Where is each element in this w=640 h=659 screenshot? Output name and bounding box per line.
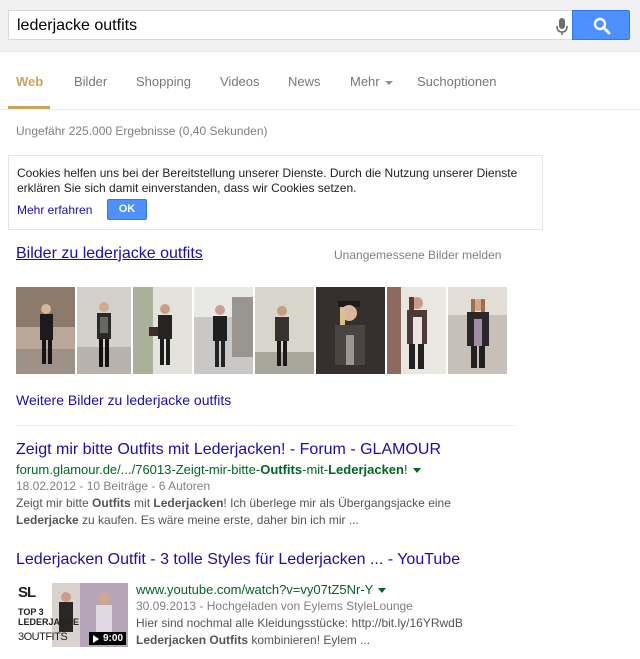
active-tab-indicator	[8, 106, 50, 109]
url-bold: Lederjacken	[328, 462, 404, 477]
images-heading-link[interactable]: Bilder zu lederjacke outfits	[16, 245, 203, 263]
cookie-more-link[interactable]: Mehr erfahren	[17, 203, 92, 217]
snippet-part: ! Ich überlege mir als Übergangsjacke ei…	[223, 496, 451, 510]
search-button[interactable]	[572, 10, 630, 40]
image-thumbnail[interactable]	[16, 287, 75, 374]
snippet-bold: Outfits	[92, 496, 131, 510]
url-options-caret-icon[interactable]	[378, 588, 387, 594]
magnifier-icon	[593, 17, 611, 35]
cookie-ok-button[interactable]: OK	[107, 199, 147, 220]
result-url: www.youtube.com/watch?v=vy07tZ5Nr-Y	[136, 582, 536, 597]
video-overlay-text: TOP 3 LEDERJACKE	[18, 607, 79, 627]
snippet-part: zu kaufen. Es wäre meine erste, daher bi…	[78, 513, 359, 527]
tab-shopping[interactable]: Shopping	[136, 74, 191, 89]
snippet-part: Zeigt mir bitte	[16, 496, 93, 510]
snippet-bold: Lederjacken Outfits	[136, 633, 249, 647]
tab-videos[interactable]: Videos	[220, 74, 260, 89]
tab-news[interactable]: News	[288, 74, 321, 89]
microphone-icon[interactable]	[554, 17, 570, 37]
result-snippet: Zeigt mir bitte Outfits mit Lederjacken!…	[16, 495, 536, 529]
report-images-link[interactable]: Unangemessene Bilder melden	[334, 248, 501, 262]
cookie-text: Cookies helfen uns bei der Bereitstellun…	[17, 166, 518, 195]
search-result: Zeigt mir bitte Outfits mit Lederjacken!…	[16, 441, 536, 529]
result-title-link[interactable]: Lederjacken Outfit - 3 tolle Styles für …	[16, 551, 536, 569]
url-part: !	[403, 462, 408, 477]
result-meta: 18.02.2012 - 10 Beiträge - 6 Autoren	[16, 479, 211, 493]
tab-bilder[interactable]: Bilder	[74, 74, 107, 89]
video-overlay-logo: SL	[18, 584, 36, 601]
video-overlay-caption: 3OUTFITS	[18, 631, 68, 643]
image-thumbnail[interactable]	[255, 287, 314, 374]
result-snippet: Hier sind nochmal alle Kleidungsstücke: …	[136, 615, 536, 649]
overlay-part: LEDERJACKE	[18, 617, 80, 627]
url-bold: Outfits	[260, 462, 303, 477]
overlay-part: TOP 3	[18, 607, 44, 617]
search-box[interactable]	[8, 10, 572, 40]
video-duration: 9:00	[102, 633, 123, 644]
more-images-link[interactable]: Weitere Bilder zu lederjacke outfits	[16, 392, 231, 408]
image-thumbnail[interactable]	[194, 287, 253, 374]
video-thumbnail[interactable]: SL TOP 3 LEDERJACKE 3OUTFITS 9:00	[16, 583, 128, 647]
snippet-bold: Lederjacke	[16, 513, 79, 527]
tab-suchoptionen[interactable]: Suchoptionen	[417, 74, 497, 89]
search-input[interactable]	[17, 15, 537, 37]
image-thumbnail[interactable]	[133, 287, 192, 374]
url-text: www.youtube.com/watch?v=vy07tZ5Nr-Y	[136, 582, 374, 597]
top-bar	[0, 0, 640, 52]
divider	[16, 425, 516, 426]
image-thumbnail[interactable]	[316, 287, 385, 374]
snippet-part: kombinieren! Eylem ...	[248, 633, 371, 647]
cookie-notice: Cookies helfen uns bei der Bereitstellun…	[8, 155, 543, 230]
image-thumbnail[interactable]	[77, 287, 131, 374]
chevron-down-icon	[384, 80, 393, 85]
search-result-video: Lederjacken Outfit - 3 tolle Styles für …	[16, 551, 536, 651]
result-stats: Ungefähr 225.000 Ergebnisse (0,40 Sekund…	[16, 124, 268, 138]
url-part: forum.glamour.de/.../76013-Zeigt-mir-bit…	[16, 462, 261, 477]
tab-web[interactable]: Web	[16, 74, 43, 89]
url-options-caret-icon[interactable]	[412, 468, 421, 474]
url-part: -mit-	[302, 462, 329, 477]
snippet-part: mit	[130, 496, 154, 510]
snippet-part: Hier sind nochmal alle Kleidungsstücke: …	[136, 616, 463, 630]
video-result-details: www.youtube.com/watch?v=vy07tZ5Nr-Y 30.0…	[136, 579, 536, 649]
image-thumbnail[interactable]	[448, 287, 507, 374]
result-meta: 30.09.2013 - Hochgeladen von Eylems Styl…	[136, 599, 413, 613]
image-thumbnail[interactable]	[387, 287, 446, 374]
play-icon	[92, 635, 99, 643]
result-url: forum.glamour.de/.../76013-Zeigt-mir-bit…	[16, 462, 536, 477]
snippet-bold: Lederjacken	[153, 496, 224, 510]
tab-mehr[interactable]: Mehr	[350, 74, 393, 89]
result-title-link[interactable]: Zeigt mir bitte Outfits mit Lederjacken!…	[16, 441, 536, 459]
video-duration-badge: 9:00	[88, 632, 126, 645]
search-tabs: Web Bilder Shopping Videos News Mehr Suc…	[0, 52, 640, 110]
tab-mehr-label: Mehr	[350, 74, 380, 89]
